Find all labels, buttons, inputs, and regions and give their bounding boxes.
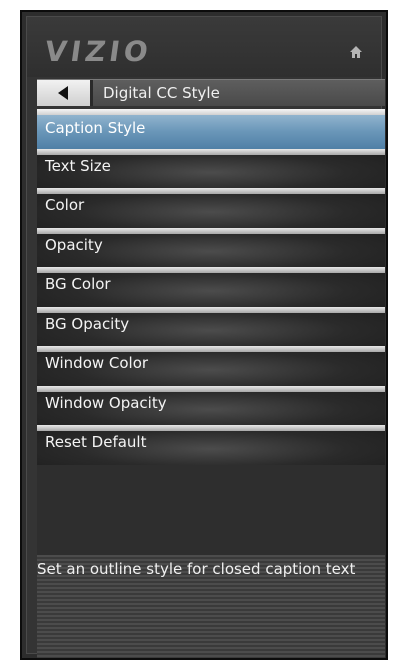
menu-item-color[interactable]: Color <box>37 188 385 228</box>
home-icon[interactable] <box>349 45 363 59</box>
menu-item-label: BG Color <box>45 275 111 293</box>
menu-item-opacity[interactable]: Opacity <box>37 227 385 267</box>
menu-item-bg-opacity[interactable]: BG Opacity <box>37 306 385 346</box>
menu-item-label: Caption Style <box>45 119 146 137</box>
menu-empty-area <box>37 465 385 555</box>
help-text: Set an outline style for closed caption … <box>37 560 356 578</box>
menu-item-reset-default[interactable]: Reset Default <box>37 425 385 465</box>
menu-list: Caption Style Text Size Color Opacity BG… <box>37 109 385 465</box>
back-button[interactable] <box>37 80 93 106</box>
header: VIZIO <box>27 17 381 77</box>
back-arrow-icon <box>58 86 68 100</box>
tv-menu-panel: VIZIO Digital CC Style Caption Style Tex… <box>20 10 388 660</box>
menu-item-bg-color[interactable]: BG Color <box>37 267 385 307</box>
menu-item-label: Opacity <box>45 235 103 254</box>
menu-title: Digital CC Style <box>103 84 220 102</box>
vizio-logo: VIZIO <box>42 35 154 68</box>
panel-inner: VIZIO Digital CC Style Caption Style Tex… <box>26 16 385 658</box>
menu-item-label: Text Size <box>45 156 111 175</box>
menu-item-label: Window Color <box>45 354 149 372</box>
menu-item-label: Color <box>45 196 85 214</box>
help-box: Set an outline style for closed caption … <box>37 555 385 658</box>
menu-item-caption-style[interactable]: Caption Style <box>37 109 385 149</box>
menu-item-label: BG Opacity <box>45 314 130 333</box>
menu-item-text-size[interactable]: Text Size <box>37 148 385 188</box>
menu-item-label: Reset Default <box>45 433 147 451</box>
menu-item-window-color[interactable]: Window Color <box>37 346 385 386</box>
menu-item-label: Window Opacity <box>45 393 167 412</box>
title-bar: Digital CC Style <box>37 79 385 106</box>
menu-item-window-opacity[interactable]: Window Opacity <box>37 385 385 425</box>
